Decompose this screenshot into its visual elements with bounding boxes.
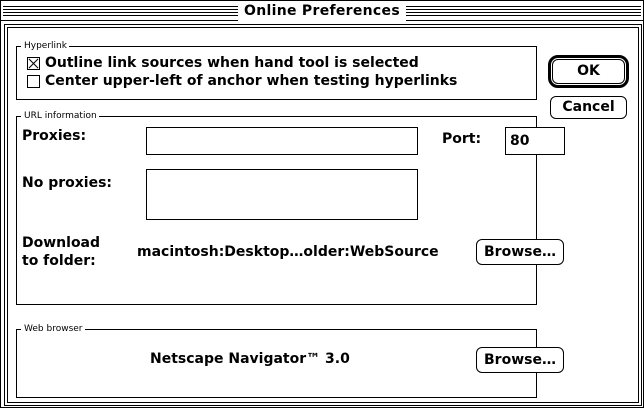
no-proxies-label: No proxies: — [22, 175, 113, 191]
download-label-line2: to folder: — [22, 253, 96, 269]
no-proxies-field-value — [147, 175, 151, 191]
download-label-line1: Download — [22, 235, 101, 251]
web-browser-group: Web browser Netscape Navigator™ 3.0 Brow… — [16, 323, 564, 398]
port-label: Port: — [442, 131, 482, 147]
proxies-label: Proxies: — [22, 128, 87, 144]
url-information-group: URL information Proxies: Port: 80 No pro… — [16, 110, 565, 305]
center-anchor-label: Center upper-left of anchor when testing… — [45, 73, 458, 89]
ok-button[interactable]: OK — [552, 59, 625, 84]
url-information-group-label: URL information — [21, 110, 99, 122]
web-browser-group-label: Web browser — [21, 323, 85, 335]
download-folder-path: macintosh:Desktop…older:WebSource — [137, 244, 439, 260]
port-field-value: 80 — [510, 133, 530, 149]
download-browse-button[interactable]: Browse… — [476, 239, 564, 265]
window-title: Online Preferences — [238, 1, 406, 21]
title-bar[interactable]: Online Preferences — [1, 1, 643, 21]
preferences-window: Online Preferences Hyperlink Outline lin… — [0, 0, 644, 408]
hyperlink-group-label: Hyperlink — [21, 40, 69, 52]
cancel-button[interactable]: Cancel — [550, 96, 627, 119]
dialog-content: Hyperlink Outline link sources when hand… — [4, 24, 642, 406]
outline-links-label: Outline link sources when hand tool is s… — [45, 55, 419, 71]
proxies-field[interactable] — [146, 127, 418, 155]
outline-links-option[interactable]: Outline link sources when hand tool is s… — [27, 55, 419, 71]
outline-links-checkbox[interactable] — [27, 56, 40, 70]
proxies-field-value — [147, 133, 151, 149]
web-browser-browse-button[interactable]: Browse… — [476, 347, 564, 373]
no-proxies-field[interactable] — [146, 169, 418, 220]
center-anchor-checkbox[interactable] — [27, 74, 40, 88]
center-anchor-option[interactable]: Center upper-left of anchor when testing… — [27, 73, 457, 89]
browser-name: Netscape Navigator™ 3.0 — [150, 351, 350, 367]
dialog-inner-frame: Hyperlink Outline link sources when hand… — [7, 27, 639, 403]
port-field[interactable]: 80 — [505, 127, 565, 155]
hyperlink-group: Hyperlink Outline link sources when hand… — [16, 40, 537, 100]
